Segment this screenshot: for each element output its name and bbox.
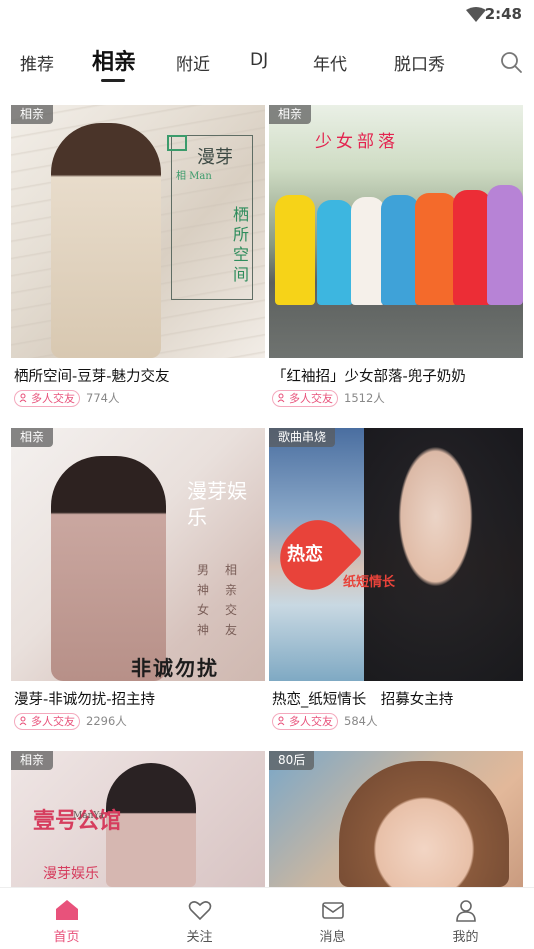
home-icon [56, 900, 78, 920]
room-tag-label: 多人交友 [289, 715, 333, 728]
room-cover-image: 漫芽娱乐 男神 女神 相亲 交友 非诚勿扰 相亲 [11, 428, 265, 681]
room-title: 栖所空间-豆芽-魅力交友 [14, 369, 170, 385]
tab-blind-date[interactable]: 相亲 [92, 44, 136, 76]
tab-recommend[interactable]: 推荐 [20, 50, 54, 75]
room-card[interactable]: 壹号公馆 ManYa 漫芽娱乐 相亲 [11, 751, 265, 887]
room-cover-image: 少女部落 相亲 [269, 105, 523, 358]
room-meta: 多人交友 774人 [11, 389, 265, 407]
category-badge: 相亲 [11, 751, 54, 770]
room-card[interactable]: 漫芽 相 Man 栖所空间 相亲 栖所空间-豆芽-魅力交友 多人交友 774人 [11, 105, 265, 407]
nav-home[interactable]: 首页 [0, 888, 133, 949]
room-tag: 多人交友 [272, 389, 338, 407]
room-card[interactable]: 漫芽娱乐 男神 女神 相亲 交友 非诚勿扰 相亲 漫芽-非诚勿扰-招主持 多人交… [11, 428, 265, 730]
mail-icon [322, 902, 344, 919]
listener-count: 774人 [86, 391, 120, 405]
cover-text: 非诚勿扰 [131, 656, 219, 680]
room-cover-image: 壹号公馆 ManYa 漫芽娱乐 相亲 [11, 751, 265, 887]
room-cover-image: 80后 [269, 751, 523, 887]
room-tag: 多人交友 [14, 712, 80, 730]
group-icon [19, 716, 27, 726]
room-tag: 多人交友 [272, 712, 338, 730]
cover-text: 漫芽娱乐 [187, 479, 247, 529]
person-figure [51, 456, 166, 681]
category-badge: 相亲 [11, 105, 54, 124]
room-title: 「红袖招」少女部落-兜子奶奶 [272, 369, 466, 385]
room-card[interactable]: 热恋 纸短情长 歌曲串烧 热恋_纸短情长 招募女主持 多人交友 584人 [269, 428, 523, 730]
listener-count: 584人 [344, 714, 378, 728]
room-tag-label: 多人交友 [289, 392, 333, 405]
status-time: 2:48 [484, 5, 522, 23]
room-card[interactable]: 少女部落 相亲 「红袖招」少女部落-兜子奶奶 多人交友 1512人 [269, 105, 523, 407]
cover-text: 漫芽娱乐 [43, 866, 99, 882]
person-figure [51, 123, 161, 358]
room-meta: 多人交友 2296人 [11, 712, 265, 730]
tab-dj[interactable]: DJ [250, 50, 268, 70]
room-cover-image: 漫芽 相 Man 栖所空间 相亲 [11, 105, 265, 358]
tab-era[interactable]: 年代 [313, 50, 347, 75]
cover-text: 热恋 [287, 544, 323, 565]
listener-count: 1512人 [344, 391, 385, 405]
room-card[interactable]: 80后 [269, 751, 523, 887]
category-badge: 相亲 [269, 105, 312, 124]
group-icon [277, 716, 285, 726]
cover-text: 栖所空间 [233, 205, 250, 284]
user-icon [456, 900, 476, 922]
cover-text: 漫芽 [197, 147, 233, 168]
room-title: 热恋_纸短情长 招募女主持 [272, 692, 454, 708]
category-badge: 歌曲串烧 [269, 428, 336, 447]
room-cover-image: 热恋 纸短情长 歌曲串烧 [269, 428, 523, 681]
active-tab-indicator [101, 79, 125, 82]
room-meta: 多人交友 584人 [269, 712, 523, 730]
cover-text: 相亲 交友 [225, 563, 238, 637]
category-badge: 80后 [269, 751, 315, 770]
room-tag: 多人交友 [14, 389, 80, 407]
room-meta: 多人交友 1512人 [269, 389, 523, 407]
bottom-navigation: 首页 关注 消息 我的 [0, 887, 534, 949]
nav-profile-label: 我的 [452, 930, 479, 945]
cover-text: ManYa [73, 811, 104, 821]
cover-text: 少女部落 [315, 132, 399, 152]
nav-profile[interactable]: 我的 [399, 888, 532, 949]
person-figure [364, 428, 523, 681]
nav-follow[interactable]: 关注 [133, 888, 266, 949]
room-tag-label: 多人交友 [31, 715, 75, 728]
room-tag-label: 多人交友 [31, 392, 75, 405]
category-tabs: 推荐 相亲 附近 DJ 年代 脱口秀 [0, 38, 534, 88]
cover-text: 相 Man [176, 171, 212, 182]
tab-nearby[interactable]: 附近 [176, 50, 210, 75]
nav-messages[interactable]: 消息 [266, 888, 399, 949]
cover-text: 纸短情长 [343, 575, 396, 590]
cover-text: 男神 女神 [197, 563, 210, 637]
group-icon [19, 393, 27, 403]
nav-home-label: 首页 [53, 930, 80, 945]
room-title: 漫芽-非诚勿扰-招主持 [14, 692, 155, 708]
tab-talk-show[interactable]: 脱口秀 [394, 50, 445, 75]
wifi-icon [466, 7, 486, 22]
heart-icon [188, 901, 212, 921]
category-badge: 相亲 [11, 428, 54, 447]
listener-count: 2296人 [86, 714, 127, 728]
status-bar: 2:48 [0, 0, 534, 30]
search-icon[interactable] [499, 50, 523, 74]
nav-messages-label: 消息 [319, 930, 346, 945]
nav-follow-label: 关注 [186, 930, 213, 945]
group-icon [277, 393, 285, 403]
